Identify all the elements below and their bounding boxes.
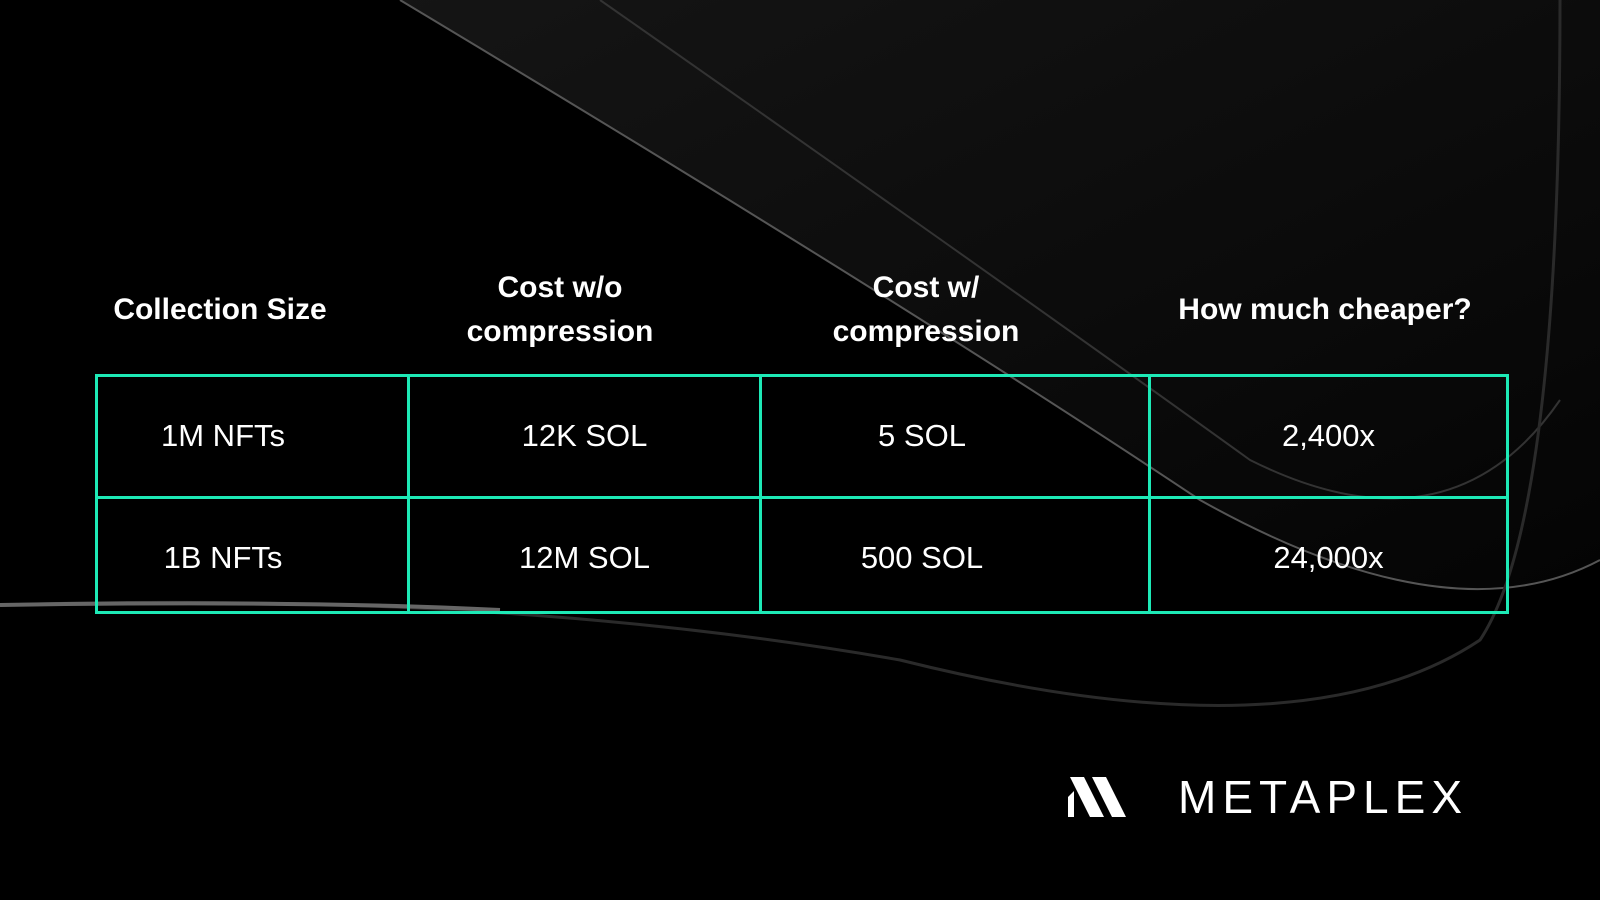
metaplex-logo: METAPLEX (1068, 770, 1468, 824)
comparison-table: 1M NFTs 12K SOL 5 SOL 2,400x 1B NFTs 12M… (95, 374, 1509, 614)
header-collection-size: Collection Size (113, 293, 327, 326)
table-cell: 2,400x (1281, 418, 1376, 453)
header-cost-with-compression: Cost w/compression (832, 271, 1020, 348)
table-cell: 12M SOL (519, 540, 650, 575)
header-cost-without-compression: Cost w/o compression (466, 271, 654, 348)
metaplex-logo-icon (1068, 777, 1126, 817)
table-cell: 5 SOL (878, 418, 966, 453)
brand-name: METAPLEX (1178, 771, 1468, 823)
table-cell: 24,000x (1273, 540, 1384, 575)
header-how-much-cheaper: How much cheaper? (1178, 293, 1472, 326)
table-cell: 500 SOL (860, 540, 984, 575)
table-cell: 12K SOL (521, 418, 648, 453)
table-cell: 1B NFTs (163, 540, 283, 575)
table-cell: 1M NFTs (161, 418, 285, 453)
